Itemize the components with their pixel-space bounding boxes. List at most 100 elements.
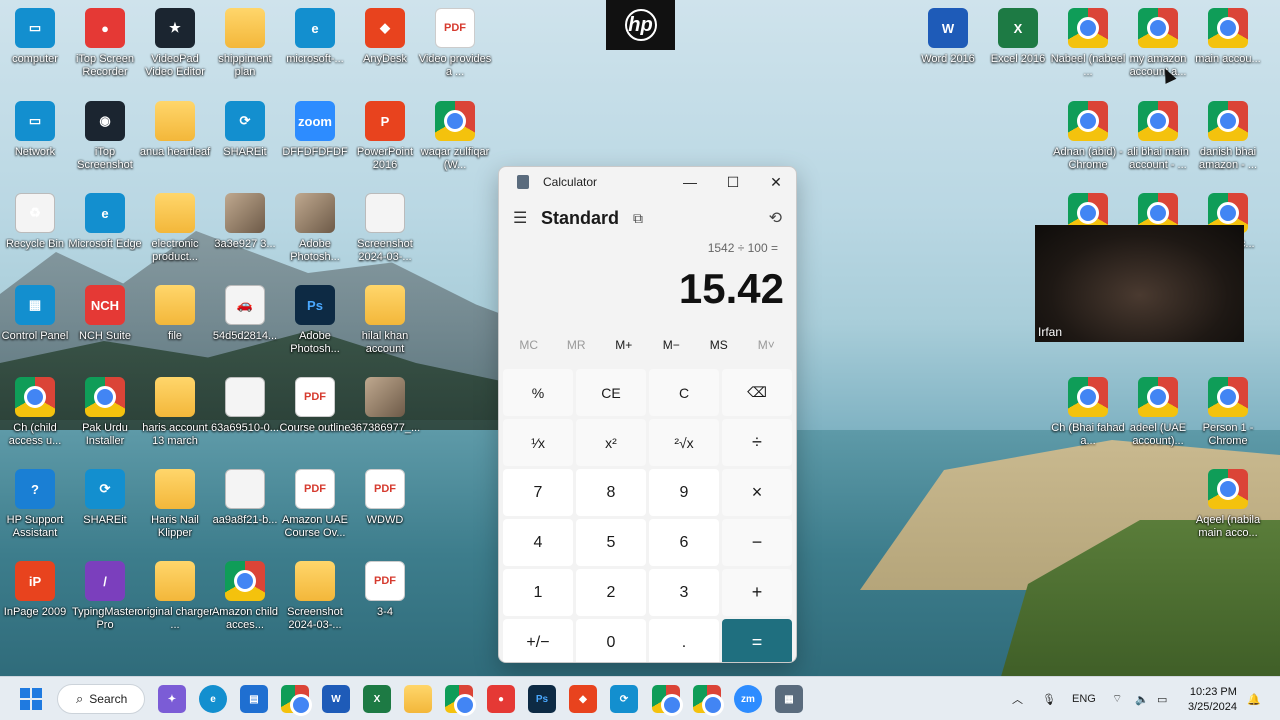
desktop-icon[interactable]: Ps Adobe Photosh... xyxy=(281,279,349,367)
key-button[interactable]: 2 xyxy=(576,569,646,616)
desktop-icon[interactable]: ⟳ SHAREit xyxy=(71,463,139,551)
desktop-icon[interactable]: X Excel 2016 xyxy=(984,2,1052,90)
clock[interactable]: 10:23 PM 3/25/2024 xyxy=(1188,685,1237,715)
desktop-icon[interactable]: original charger ... xyxy=(137,555,213,643)
search-box[interactable]: ⌕ Search xyxy=(57,684,145,714)
desktop-icon[interactable]: 63a69510-0... xyxy=(211,371,279,459)
desktop-icon[interactable]: ◆ AnyDesk xyxy=(351,2,419,90)
edge-taskbar-icon[interactable]: e xyxy=(199,685,227,713)
desktop-icon[interactable]: hilal khan account xyxy=(351,279,419,367)
key-button[interactable]: ÷ xyxy=(722,419,792,466)
desktop-icon[interactable]: W Word 2016 xyxy=(914,2,982,90)
desktop-icon[interactable]: aa9a8f21-b... xyxy=(211,463,279,551)
desktop-icon[interactable]: waqar zulfiqar (W... xyxy=(421,95,489,183)
excel-taskbar-icon[interactable]: X xyxy=(363,685,391,713)
file-explorer-icon[interactable] xyxy=(404,685,432,713)
microphone-icon[interactable]: 🎙 xyxy=(1042,677,1056,720)
desktop-icon[interactable]: main accou... xyxy=(1194,2,1262,90)
battery-icon[interactable]: ▭ xyxy=(1157,677,1167,720)
desktop-icon[interactable]: Screenshot 2024-03-... xyxy=(281,555,349,643)
desktop-icon[interactable]: PDF WDWD xyxy=(351,463,419,551)
desktop-icon[interactable]: Pak Urdu Installer xyxy=(71,371,139,459)
key-button[interactable]: 4 xyxy=(503,519,573,566)
desktop-icon[interactable]: 367386977_... xyxy=(350,371,420,459)
desktop-icon[interactable]: ♻ Recycle Bin xyxy=(1,187,69,275)
key-button[interactable]: 9 xyxy=(649,469,719,516)
key-button[interactable]: − xyxy=(722,519,792,566)
desktop-icon[interactable]: Adobe Photosh... xyxy=(281,187,349,275)
desktop-icon[interactable]: ▦ Control Panel xyxy=(1,279,69,367)
key-button[interactable]: 5 xyxy=(576,519,646,566)
desktop-icon[interactable]: Haris Nail Klipper xyxy=(141,463,209,551)
store-icon[interactable]: ▤ xyxy=(240,685,268,713)
key-button[interactable]: C xyxy=(649,369,719,416)
wifi-icon[interactable]: ⌔ xyxy=(1112,677,1122,720)
desktop-icon[interactable]: Ch (Bhai fahad a... xyxy=(1051,371,1125,459)
desktop-icon[interactable]: 3a3e927 3... xyxy=(211,187,279,275)
desktop-icon[interactable]: zoom DFFDFDFDF xyxy=(281,95,349,183)
key-button[interactable]: 8 xyxy=(576,469,646,516)
desktop-icon[interactable]: file xyxy=(141,279,209,367)
calculator-window[interactable]: Calculator — ☐ ✕ ☰ Standard ⧉ ⟲ 1542 ÷ 1… xyxy=(498,166,797,663)
history-icon[interactable]: ⟲ xyxy=(769,208,782,228)
key-button[interactable]: 1 xyxy=(503,569,573,616)
chrome-taskbar-icon[interactable] xyxy=(281,685,312,716)
word-taskbar-icon[interactable]: W xyxy=(322,685,350,713)
desktop-icon[interactable]: PDF 3-4 xyxy=(351,555,419,643)
shareit-taskbar-icon[interactable]: ⟳ xyxy=(610,685,638,713)
keep-on-top-icon[interactable]: ⧉ xyxy=(633,210,643,227)
start-button[interactable] xyxy=(17,685,45,713)
zoom-taskbar-icon[interactable]: zm xyxy=(734,685,762,713)
key-button[interactable]: = xyxy=(722,619,792,662)
key-button[interactable]: × xyxy=(722,469,792,516)
desktop-icon[interactable]: ◉ iTop Screenshot xyxy=(71,95,139,183)
desktop-icon[interactable]: e microsoft-... xyxy=(281,2,349,90)
key-button[interactable]: ²√x xyxy=(649,419,719,466)
desktop-icon[interactable]: / TypingMaster Pro xyxy=(71,555,139,643)
key-button[interactable]: + xyxy=(722,569,792,616)
memory-button[interactable]: M˅ xyxy=(746,338,786,352)
volume-icon[interactable]: 🔈 xyxy=(1135,677,1149,720)
desktop-icon[interactable]: ★ VideoPad Video Editor xyxy=(141,2,209,90)
key-button[interactable]: x² xyxy=(576,419,646,466)
desktop-icon[interactable]: PDF Course outline xyxy=(280,371,350,459)
key-button[interactable]: ¹⁄x xyxy=(503,419,573,466)
desktop-icon[interactable]: NCH NCH Suite xyxy=(71,279,139,367)
desktop-icon[interactable]: my amazon account a... xyxy=(1124,2,1192,90)
memory-button[interactable]: MR xyxy=(556,338,596,352)
desktop-icon[interactable]: Nabeel (nabeel ... xyxy=(1051,2,1125,90)
memory-button[interactable]: MC xyxy=(509,338,549,352)
anydesk-taskbar-icon[interactable]: ◆ xyxy=(569,685,597,713)
desktop-icon[interactable]: e Microsoft Edge xyxy=(68,187,142,275)
screen-recorder-taskbar-icon[interactable]: ● xyxy=(487,685,515,713)
notifications-bell-icon[interactable]: 🔔 xyxy=(1247,677,1261,720)
menu-icon[interactable]: ☰ xyxy=(513,208,529,228)
maximize-icon[interactable]: ☐ xyxy=(711,167,755,197)
desktop-icon[interactable]: ▭ computer xyxy=(1,2,69,90)
chrome-profile-b-taskbar-icon[interactable] xyxy=(693,685,724,716)
close-icon[interactable]: ✕ xyxy=(754,167,796,197)
desktop-icon[interactable]: electronic product... xyxy=(141,187,209,275)
language-indicator[interactable]: ENG xyxy=(1072,677,1096,720)
desktop-icon[interactable]: PDF Video provides a ... xyxy=(419,2,491,90)
copilot-icon[interactable]: ✦ xyxy=(158,685,186,713)
desktop-icon[interactable]: Aqeel (nabila main acco... xyxy=(1194,463,1262,551)
key-button[interactable]: 6 xyxy=(649,519,719,566)
memory-button[interactable]: MS xyxy=(699,338,739,352)
memory-button[interactable]: M+ xyxy=(604,338,644,352)
desktop-icon[interactable]: 🚗 54d5d2814... xyxy=(211,279,279,367)
desktop-icon[interactable]: anua heartleaf xyxy=(140,95,210,183)
chrome-profile-a-taskbar-icon[interactable] xyxy=(652,685,683,716)
key-button[interactable]: +/− xyxy=(503,619,573,662)
desktop-icon[interactable]: ● iTop Screen Recorder xyxy=(71,2,139,90)
photoshop-taskbar-icon[interactable]: Ps xyxy=(528,685,556,713)
desktop-icon[interactable]: Screenshot 2024-03-... xyxy=(351,187,419,275)
minimize-icon[interactable]: — xyxy=(668,167,712,197)
desktop-icon[interactable]: Amazon child acces... xyxy=(211,555,279,643)
desktop-icon[interactable]: PDF Amazon UAE Course Ov... xyxy=(281,463,349,551)
key-button[interactable]: 7 xyxy=(503,469,573,516)
desktop-icon[interactable]: danish bhai amazon - ... xyxy=(1194,95,1262,183)
key-button[interactable]: . xyxy=(649,619,719,662)
memory-button[interactable]: M− xyxy=(651,338,691,352)
chrome-profile-taskbar-icon[interactable] xyxy=(445,685,476,716)
